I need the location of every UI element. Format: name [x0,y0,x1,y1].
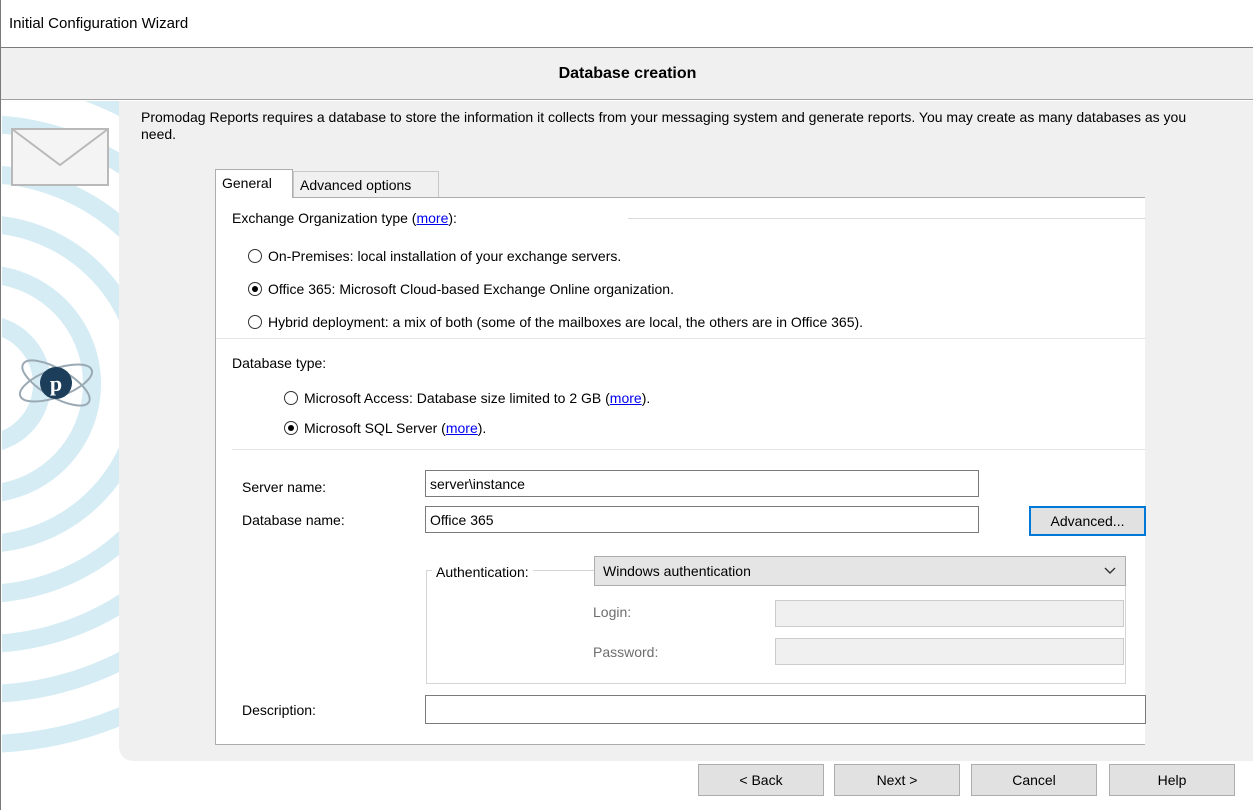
server-name-input[interactable] [425,470,979,497]
svg-text:p: p [50,371,62,396]
password-label: Password: [593,644,659,660]
section-divider [216,338,1146,339]
authentication-value: Windows authentication [603,563,751,579]
wizard-header: Database creation [1,48,1253,100]
tab-general[interactable]: General [215,169,293,198]
title-bar: Initial Configuration Wizard [1,0,1253,48]
authentication-group [426,570,1126,684]
page-title: Database creation [558,65,697,82]
description-input[interactable] [425,695,1146,724]
wizard-window: Initial Configuration Wizard Database cr… [0,0,1253,810]
exchange-label-prefix: Exchange Organization type ( [232,210,417,226]
radio-circle[interactable] [248,249,262,263]
server-name-label: Server name: [242,479,327,495]
advanced-button[interactable]: Advanced... [1029,506,1146,536]
back-button[interactable]: < Back [698,764,824,796]
promodag-logo-icon: p [18,359,94,407]
database-name-label: Database name: [242,512,345,528]
login-input[interactable] [775,600,1124,627]
radio-office-365[interactable]: Office 365: Microsoft Cloud-based Exchan… [248,281,674,297]
chevron-down-icon [1104,567,1116,574]
sql-suffix: ). [477,420,487,436]
authentication-select[interactable]: Windows authentication [594,556,1126,586]
radio-label: Microsoft Access: Database size limited … [304,390,610,406]
radio-circle-checked[interactable] [248,282,262,296]
login-label: Login: [593,604,632,620]
authentication-label: Authentication: [432,564,533,580]
radio-sql-server[interactable]: Microsoft SQL Server (more). [284,420,486,436]
radio-label: Office 365: Microsoft Cloud-based Exchan… [268,281,674,297]
radio-label: Hybrid deployment: a mix of both (some o… [268,314,864,330]
password-input[interactable] [775,638,1124,665]
exchange-more-link[interactable]: more [416,210,448,226]
database-name-input[interactable] [425,506,979,533]
next-button[interactable]: Next > [834,764,960,796]
decorative-side-panel: p [2,101,120,761]
tab-advanced-options[interactable]: Advanced options [293,171,439,198]
access-more-link[interactable]: more [610,390,642,406]
radio-circle[interactable] [284,391,298,405]
radio-hybrid[interactable]: Hybrid deployment: a mix of both (some o… [248,314,863,330]
intro-text: Promodag Reports requires a database to … [141,109,1187,142]
content-area: Promodag Reports requires a database to … [119,101,1253,761]
sql-more-link[interactable]: more [446,420,478,436]
exchange-label-suffix: ): [448,210,457,226]
access-suffix: ). [641,390,651,406]
radio-label: On-Premises: local installation of your … [268,248,622,264]
database-type-label: Database type: [232,355,327,371]
radio-microsoft-access[interactable]: Microsoft Access: Database size limited … [284,390,650,406]
help-button[interactable]: Help [1109,764,1235,796]
cancel-button[interactable]: Cancel [971,764,1097,796]
general-tab-panel: Exchange Organization type (more): On-Pr… [215,197,1146,745]
envelope-icon [11,128,109,186]
radio-circle-checked[interactable] [284,421,298,435]
radio-circle[interactable] [248,315,262,329]
description-label: Description: [242,702,316,718]
radio-label: Microsoft SQL Server ( [304,420,446,436]
radio-on-premises[interactable]: On-Premises: local installation of your … [248,248,621,264]
group-separator [628,218,1146,219]
background-rings [2,101,120,753]
section-divider [232,449,1146,450]
window-title: Initial Configuration Wizard [9,15,189,32]
exchange-org-type-label: Exchange Organization type (more): [232,210,457,226]
